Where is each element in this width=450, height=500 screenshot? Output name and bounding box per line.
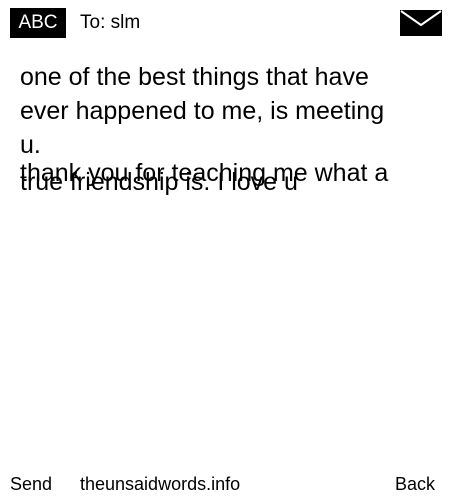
message-line: u. [20, 131, 41, 159]
message-line: ever happened to me, is meeting [20, 97, 385, 125]
message-body[interactable]: one of the best things that have ever ha… [0, 0, 450, 460]
site-link[interactable]: theunsaidwords.info [80, 470, 240, 498]
send-button[interactable]: Send [10, 470, 52, 498]
message-line: one of the best things that have [20, 63, 369, 91]
back-button[interactable]: Back [395, 470, 435, 498]
message-line: true friendship is. I love u [20, 168, 298, 196]
